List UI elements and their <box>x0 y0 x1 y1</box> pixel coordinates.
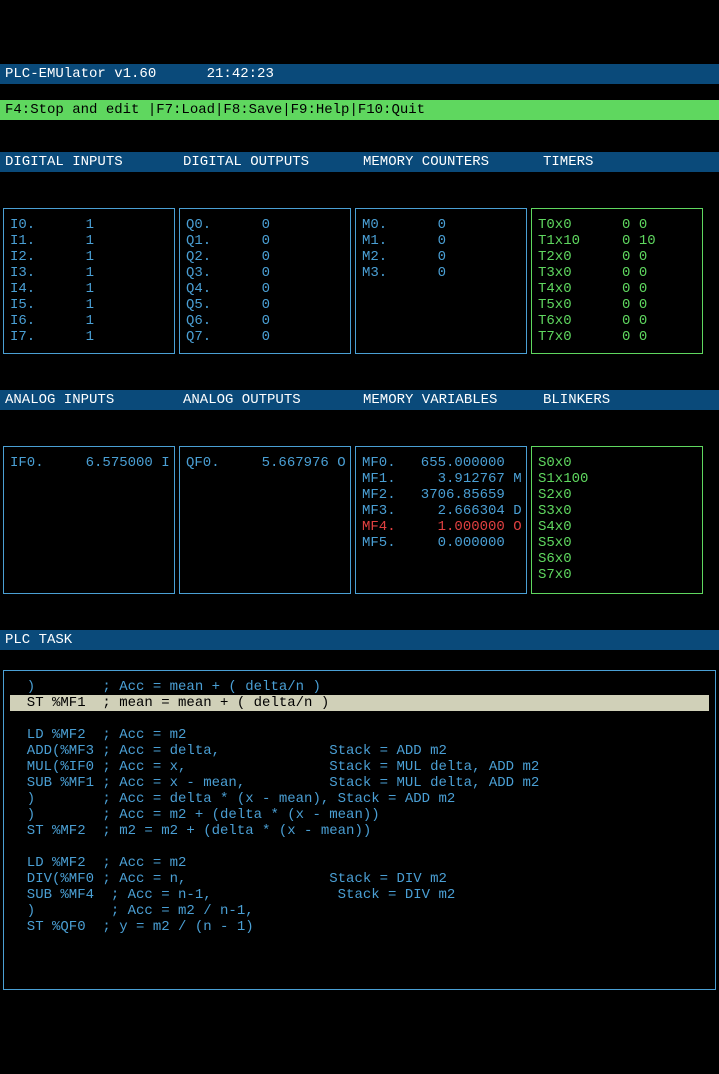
header-blinkers: BLINKERS <box>543 392 610 408</box>
function-key-bar[interactable]: F4:Stop and edit |F7:Load|F8:Save|F9:Hel… <box>0 100 719 120</box>
title-bar: PLC-EMUlator v1.60 21:42:23 <box>0 64 719 84</box>
panel-digital-inputs: I0. 1 I1. 1 I2. 1 I3. 1 I4. 1 I5. 1 I6. … <box>3 208 175 354</box>
code-line: ) ; Acc = m2 / n-1, <box>10 903 709 919</box>
code-line: SUB %MF4 ; Acc = n-1, Stack = DIV m2 <box>10 887 709 903</box>
panels-row2: IF0. 6.575000 I QF0. 5.667976 O MF0. 655… <box>0 442 719 598</box>
code-line: LD %MF2 ; Acc = m2 <box>10 855 709 871</box>
panel-memory-variables: MF0. 655.000000 MF1. 3.912767 MMF2. 3706… <box>355 446 527 594</box>
memory-variable-row: MF1. 3.912767 M <box>362 471 520 487</box>
code-line: DIV(%MF0 ; Acc = n, Stack = DIV m2 <box>10 871 709 887</box>
plc-task-code[interactable]: ) ; Acc = mean + ( delta/n ) ST %MF1 ; m… <box>3 670 716 990</box>
header-memory-counters: MEMORY COUNTERS <box>363 154 543 170</box>
memory-variable-row: MF3. 2.666304 D <box>362 503 520 519</box>
memory-variable-row: MF5. 0.000000 <box>362 535 520 551</box>
header-memory-variables: MEMORY VARIABLES <box>363 392 543 408</box>
code-line: ST %MF1 ; mean = mean + ( delta/n ) <box>10 695 709 711</box>
header-timers: TIMERS <box>543 154 593 170</box>
section-headers-row2: ANALOG INPUTS ANALOG OUTPUTS MEMORY VARI… <box>0 390 719 410</box>
header-analog-inputs: ANALOG INPUTS <box>5 392 183 408</box>
code-line: SUB %MF1 ; Acc = x - mean, Stack = MUL d… <box>10 775 709 791</box>
panel-digital-outputs: Q0. 0 Q1. 0 Q2. 0 Q3. 0 Q4. 0 Q5. 0 Q6. … <box>179 208 351 354</box>
code-line: ADD(%MF3 ; Acc = delta, Stack = ADD m2 <box>10 743 709 759</box>
memory-variable-row: MF0. 655.000000 <box>362 455 520 471</box>
code-line: MUL(%IF0 ; Acc = x, Stack = MUL delta, A… <box>10 759 709 775</box>
panel-analog-outputs: QF0. 5.667976 O <box>179 446 351 594</box>
panel-analog-inputs: IF0. 6.575000 I <box>3 446 175 594</box>
code-line: ) ; Acc = delta * (x - mean), Stack = AD… <box>10 791 709 807</box>
panel-memory-counters: M0. 0 M1. 0 M2. 0 M3. 0 <box>355 208 527 354</box>
code-line <box>10 839 709 855</box>
header-digital-inputs: DIGITAL INPUTS <box>5 154 183 170</box>
panel-blinkers: S0x0 S1x100 S2x0 S3x0 S4x0 S5x0 S6x0 S7x… <box>531 446 703 594</box>
panel-timers: T0x0 0 0 T1x10 0 10 T2x0 0 0 T3x0 0 0 T4… <box>531 208 703 354</box>
memory-variable-row: MF2. 3706.85659 <box>362 487 520 503</box>
header-analog-outputs: ANALOG OUTPUTS <box>183 392 363 408</box>
memory-variable-row: MF4. 1.000000 O <box>362 519 520 535</box>
code-line: ) ; Acc = mean + ( delta/n ) <box>10 679 709 695</box>
code-line: ) ; Acc = m2 + (delta * (x - mean)) <box>10 807 709 823</box>
panels-row1: I0. 1 I1. 1 I2. 1 I3. 1 I4. 1 I5. 1 I6. … <box>0 204 719 358</box>
code-line: LD %MF2 ; Acc = m2 <box>10 727 709 743</box>
section-headers-row1: DIGITAL INPUTS DIGITAL OUTPUTS MEMORY CO… <box>0 152 719 172</box>
plc-task-header: PLC TASK <box>0 630 719 650</box>
code-line: ST %QF0 ; y = m2 / (n - 1) <box>10 919 709 935</box>
code-line <box>10 711 709 727</box>
code-line: ST %MF2 ; m2 = m2 + (delta * (x - mean)) <box>10 823 709 839</box>
header-digital-outputs: DIGITAL OUTPUTS <box>183 154 363 170</box>
